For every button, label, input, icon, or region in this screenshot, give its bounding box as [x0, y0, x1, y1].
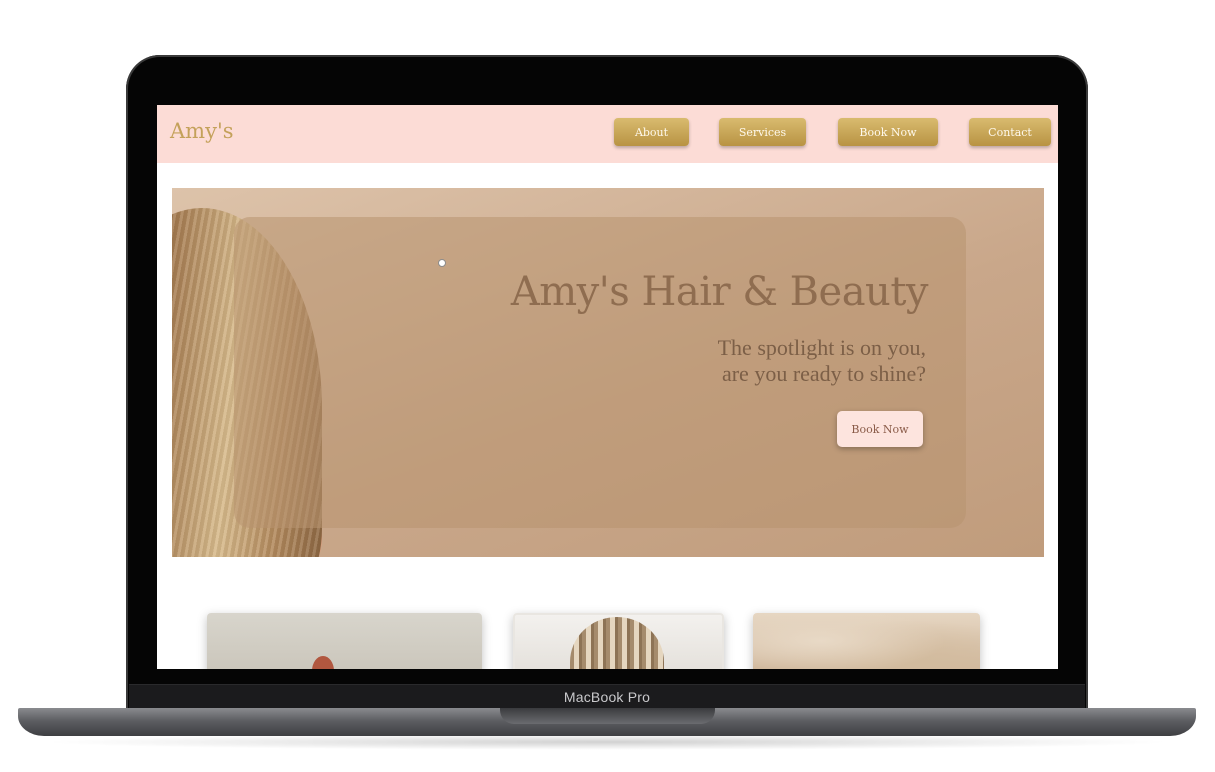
- laptop-model-label: MacBook Pro: [563, 689, 651, 705]
- card-2-image-detail: [570, 617, 664, 669]
- nav-services-button[interactable]: Services: [719, 118, 806, 146]
- site-navbar: Amy's About Services Book Now Contact: [157, 105, 1058, 163]
- nav-about-button[interactable]: About: [614, 118, 689, 146]
- hero-overlay-panel: Amy's Hair & Beauty The spotlight is on …: [234, 217, 966, 528]
- nav-contact-button[interactable]: Contact: [969, 118, 1051, 146]
- site-logo[interactable]: Amy's: [170, 119, 234, 143]
- laptop-bezel-chin: MacBook Pro: [129, 684, 1085, 709]
- mouse-cursor: [438, 259, 446, 267]
- hero-title: Amy's Hair & Beauty: [510, 269, 929, 315]
- card-1-image-detail: [312, 656, 334, 669]
- hero-subtitle-line-1: The spotlight is on you,: [717, 335, 926, 360]
- service-card-2[interactable]: [513, 613, 724, 669]
- browser-viewport: Amy's About Services Book Now Contact Am…: [157, 105, 1058, 669]
- laptop-shadow: [40, 734, 1174, 750]
- service-card-1[interactable]: [207, 613, 482, 669]
- nav-book-now-button[interactable]: Book Now: [838, 118, 938, 146]
- hero-subtitle-line-2: are you ready to shine?: [721, 361, 926, 386]
- hero-banner: Amy's Hair & Beauty The spotlight is on …: [172, 188, 1044, 557]
- hero-subtitle: The spotlight is on you, are you ready t…: [718, 335, 926, 387]
- laptop-opening-notch: [500, 708, 715, 724]
- hero-book-now-button[interactable]: Book Now: [837, 411, 923, 447]
- service-card-3[interactable]: [753, 613, 980, 669]
